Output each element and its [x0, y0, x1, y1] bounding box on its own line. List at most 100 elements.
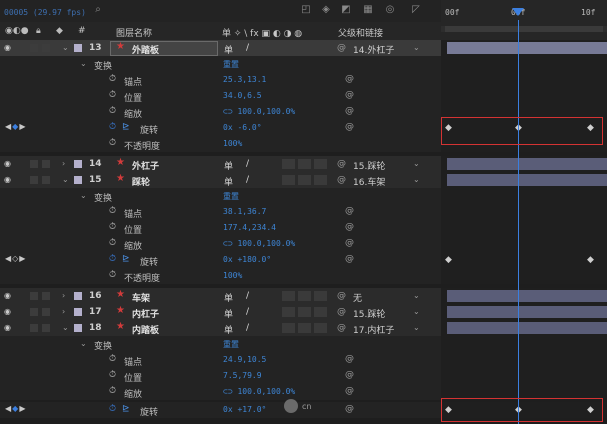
lock-switch[interactable]	[42, 324, 50, 332]
visibility-eye-icon[interactable]: ◉	[4, 159, 13, 168]
stopwatch-icon[interactable]: ⏱	[109, 270, 116, 280]
work-area-bar[interactable]	[441, 26, 607, 32]
layer-duration-bar[interactable]	[447, 158, 607, 170]
property-value[interactable]: ⊂⊃ 100.0,100.0%	[223, 107, 295, 116]
property-value[interactable]: 25.3,13.1	[223, 75, 266, 84]
stopwatch-icon[interactable]: ⏱	[109, 138, 116, 148]
keyframe-navigator[interactable]: ◀◇▶	[5, 254, 26, 263]
graph-editor-icon[interactable]: ◸	[410, 4, 422, 16]
pickwhip-icon[interactable]: @	[345, 404, 354, 414]
pickwhip-icon[interactable]: @	[345, 222, 354, 232]
lock-switch[interactable]	[42, 44, 50, 52]
property-row[interactable]: ⏱ 缩放 ⊂⊃ 100.0,100.0% @ I	[0, 236, 607, 252]
visibility-eye-icon[interactable]: ◉	[4, 307, 13, 316]
lock-icon[interactable]: 🔒︎	[36, 26, 41, 36]
quality-switch-icon[interactable]: /	[246, 323, 249, 333]
stopwatch-active-icon[interactable]: ⏱	[109, 254, 116, 264]
chevron-down-icon[interactable]: ⌄	[62, 175, 69, 184]
visibility-eye-icon[interactable]: ◉	[4, 291, 13, 300]
solo-switch[interactable]	[30, 308, 38, 316]
lock-switch[interactable]	[42, 308, 50, 316]
parent-select[interactable]: 14.外杠子	[353, 43, 394, 56]
chevron-right-icon[interactable]: ›	[62, 159, 65, 168]
frame-blending-icon[interactable]: ▦	[362, 4, 374, 16]
reset-link[interactable]: 重置	[223, 59, 239, 70]
lock-switch[interactable]	[42, 176, 50, 184]
layer-row[interactable]: ◉ › 17 ★ 内杠子 单 / @ 15.踩轮 ⌄	[0, 304, 607, 320]
property-row[interactable]: ⏱ 不透明度 100% I	[0, 268, 607, 284]
label-color-swatch[interactable]	[74, 44, 82, 52]
pickwhip-icon[interactable]: @	[337, 159, 346, 169]
property-value[interactable]: 100%	[223, 271, 242, 280]
label-icon[interactable]: ◆	[56, 26, 63, 36]
keyframe-marker[interactable]: ◆	[445, 255, 452, 265]
layer-name[interactable]: 外踏板	[132, 43, 159, 56]
solo-switch[interactable]	[30, 160, 38, 168]
property-row[interactable]: ⏱ 位置 177.4,234.4 @ I	[0, 220, 607, 236]
label-color-swatch[interactable]	[74, 292, 82, 300]
shy-switch-icon[interactable]: 单	[224, 291, 233, 304]
chevron-right-icon[interactable]: ›	[62, 307, 65, 316]
solo-switch[interactable]	[30, 176, 38, 184]
quality-switch-icon[interactable]: /	[246, 159, 249, 169]
layer-duration-bar[interactable]	[447, 306, 607, 318]
shy-switch-icon[interactable]: 单	[224, 323, 233, 336]
property-value[interactable]: 34.0,6.5	[223, 91, 262, 100]
property-row[interactable]: ⏱ 锚点 25.3,13.1 @ I	[0, 72, 607, 88]
draft-3d-icon[interactable]: ◈	[320, 4, 332, 16]
search-icon[interactable]: ⌕	[92, 4, 104, 16]
parent-select[interactable]: 16.车架	[353, 175, 385, 188]
stopwatch-icon[interactable]: ⏱	[109, 238, 116, 248]
pickwhip-icon[interactable]: @	[337, 175, 346, 185]
property-value[interactable]: ⊂⊃ 100.0,100.0%	[223, 239, 295, 248]
layer-row[interactable]: ◉ ⌄ 13 ★ 外踏板 单 / @ 14.外杠子 ⌄	[0, 40, 607, 56]
parent-select[interactable]: 无	[353, 291, 362, 304]
property-value[interactable]: ⊂⊃ 100.0,100.0%	[223, 387, 295, 396]
property-value[interactable]: 100%	[223, 139, 242, 148]
pickwhip-icon[interactable]: @	[345, 90, 354, 100]
pickwhip-icon[interactable]: @	[345, 386, 354, 396]
label-color-swatch[interactable]	[74, 324, 82, 332]
chevron-down-icon[interactable]: ⌄	[80, 59, 87, 68]
property-value[interactable]: 24.9,10.5	[223, 355, 266, 364]
transform-group-row[interactable]: ⌄ 变换 重置 I	[0, 56, 607, 72]
pickwhip-icon[interactable]: @	[345, 370, 354, 380]
comp-flowchart-icon[interactable]: ◰	[300, 4, 312, 16]
transform-group-row[interactable]: ⌄ 变换 重置 I	[0, 188, 607, 204]
quality-switch-icon[interactable]: /	[246, 291, 249, 301]
pickwhip-icon[interactable]: @	[337, 43, 346, 53]
timecode-display[interactable]: 00005 (29.97 fps)	[4, 8, 86, 17]
stopwatch-icon[interactable]: ⏱	[109, 370, 116, 380]
chevron-down-icon[interactable]: ⌄	[413, 307, 420, 316]
visibility-eye-icon[interactable]: ◉	[4, 323, 13, 332]
quality-switch-icon[interactable]: /	[246, 307, 249, 317]
layer-duration-bar[interactable]	[447, 322, 607, 334]
property-row[interactable]: ◀◇▶ ⏱ ⊵ 旋转 0x +180.0° @ ◆ ◆	[0, 252, 607, 268]
parent-select[interactable]: 15.踩轮	[353, 159, 385, 172]
quality-switch-icon[interactable]: /	[246, 175, 249, 185]
layer-row[interactable]: ◉ ⌄ 18 ★ 内踏板 单 / @ 17.内杠子 ⌄	[0, 320, 607, 336]
shy-switch-icon[interactable]: 单	[224, 159, 233, 172]
layer-row[interactable]: ◉ › 16 ★ 车架 单 / @ 无 ⌄	[0, 288, 607, 304]
time-ruler[interactable]: 00f 05f 10f	[441, 0, 607, 40]
pickwhip-icon[interactable]: @	[345, 122, 354, 132]
layer-name[interactable]: 内踏板	[132, 323, 159, 336]
graph-icon[interactable]: ⊵	[122, 404, 130, 414]
pickwhip-icon[interactable]: @	[337, 323, 346, 333]
constrain-link-icon[interactable]: ⊂⊃	[223, 387, 237, 396]
layer-row[interactable]: ◉ ⌄ 15 ★ 踩轮 单 / @ 16.车架 ⌄	[0, 172, 607, 188]
label-color-swatch[interactable]	[74, 176, 82, 184]
pickwhip-icon[interactable]: @	[337, 291, 346, 301]
stopwatch-icon[interactable]: ⏱	[109, 206, 116, 216]
parent-select[interactable]: 15.踩轮	[353, 307, 385, 320]
current-time-indicator[interactable]	[518, 20, 519, 424]
chevron-down-icon[interactable]: ⌄	[80, 191, 87, 200]
stopwatch-icon[interactable]: ⏱	[109, 106, 116, 116]
stopwatch-icon[interactable]: ⏱	[109, 90, 116, 100]
visibility-eye-icon[interactable]: ◉	[4, 175, 13, 184]
keyframe-marker[interactable]: ◆	[587, 255, 594, 265]
property-value[interactable]: 38.1,36.7	[223, 207, 266, 216]
parent-select[interactable]: 17.内杠子	[353, 323, 394, 336]
stopwatch-icon[interactable]: ⏱	[109, 74, 116, 84]
layer-duration-bar[interactable]	[447, 290, 607, 302]
